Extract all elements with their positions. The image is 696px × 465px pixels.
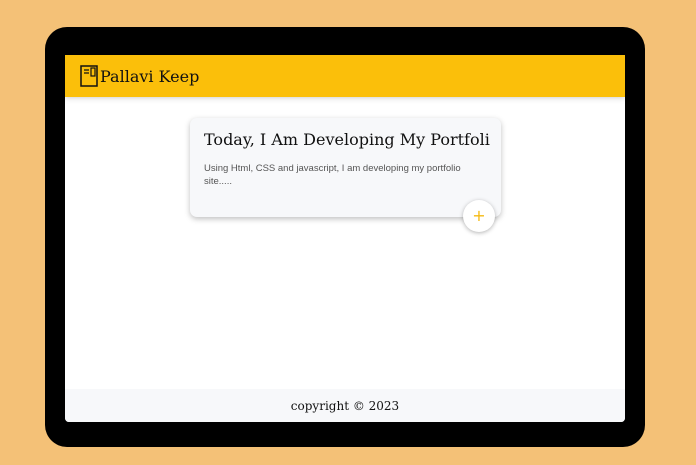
app-screen: Pallavi Keep Today, I Am Developing My P…	[65, 55, 625, 422]
notebook-icon	[80, 65, 98, 87]
add-note-button[interactable]: +	[463, 200, 495, 232]
note-card: Today, I Am Developing My Portfoli Using…	[190, 118, 501, 232]
app-title: Pallavi Keep	[100, 66, 200, 86]
app-header: Pallavi Keep	[65, 55, 625, 97]
note-title: Today, I Am Developing My Portfoli	[204, 130, 490, 149]
copyright-text: copyright © 2023	[290, 398, 400, 413]
note-content: Using Html, CSS and javascript, I am dev…	[204, 163, 461, 187]
app-footer: copyright © 2023	[65, 389, 625, 422]
